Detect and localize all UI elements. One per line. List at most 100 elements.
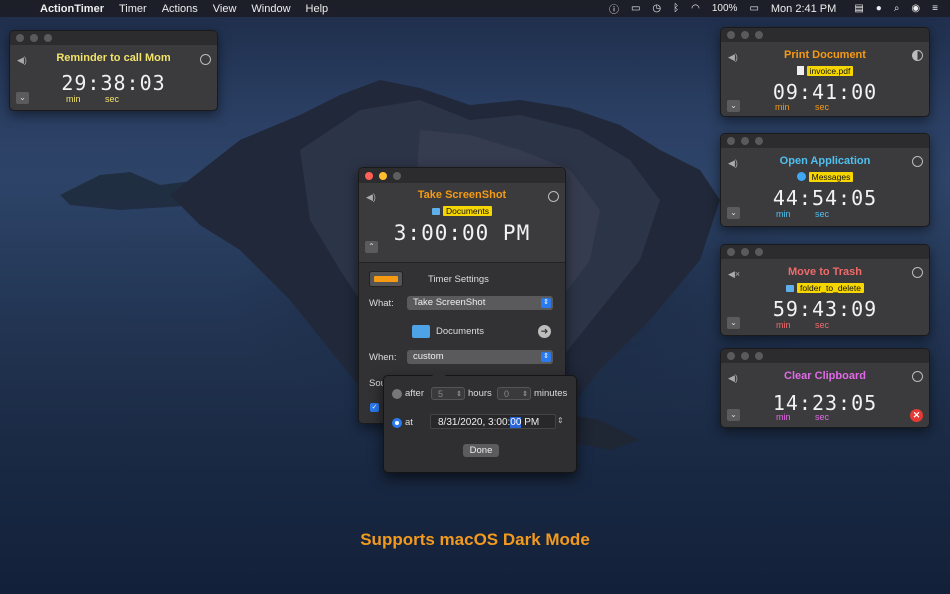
popup-arrows-icon: ⇕ xyxy=(541,298,551,308)
timer-countdown: 44:54:05 xyxy=(772,186,878,210)
after-label: after xyxy=(405,388,425,399)
close-button[interactable] xyxy=(365,171,373,180)
timer-panel-open-app[interactable]: ◀) Open Application Messages 44:54:05 mi… xyxy=(720,133,930,227)
titlebar xyxy=(721,245,929,259)
hours-value: 5 xyxy=(438,389,444,399)
timer-countdown: 09:41:00 xyxy=(772,80,878,104)
menu-app-name[interactable]: ActionTimer xyxy=(40,3,104,15)
minimize-button[interactable] xyxy=(741,31,749,39)
close-button[interactable] xyxy=(727,137,735,145)
target-label: Messages xyxy=(808,172,854,182)
unit-sec: sec xyxy=(815,102,830,112)
messages-app-icon xyxy=(796,172,806,181)
document-icon xyxy=(796,66,804,75)
minutes-label: minutes xyxy=(534,388,568,399)
zoom-button[interactable] xyxy=(755,248,763,256)
close-button[interactable] xyxy=(727,248,735,256)
stepper-arrows-icon: ⇕ xyxy=(522,391,528,398)
timer-panel-trash[interactable]: ◀× Move to Trash folder_to_delete 59:43:… xyxy=(720,244,930,336)
option-checkbox[interactable]: ✓ xyxy=(370,403,379,412)
done-button[interactable]: Done xyxy=(463,444,499,457)
menu-timer[interactable]: Timer xyxy=(119,3,147,15)
timer-countdown: 29:38:03 xyxy=(61,71,166,95)
minutes-stepper[interactable]: 0 ⇕ xyxy=(497,387,531,400)
after-radio[interactable] xyxy=(392,389,402,399)
at-label: at xyxy=(405,417,413,428)
wifi-icon[interactable]: ◠ xyxy=(691,3,700,14)
notification-center-icon[interactable]: ≡ xyxy=(932,3,938,14)
timer-panel-reminder[interactable]: ◀) Reminder to call Mom 29:38:03 min sec… xyxy=(9,30,218,111)
zoom-button[interactable] xyxy=(44,34,52,42)
what-label: What: xyxy=(369,298,394,309)
timer-title: Clear Clipboard xyxy=(784,370,866,382)
expand-chevron-icon[interactable]: ⌄ xyxy=(727,100,740,112)
unit-min: min xyxy=(775,102,790,112)
hours-stepper[interactable]: 5 ⇕ xyxy=(431,387,465,400)
airplay-icon[interactable]: ▭ xyxy=(631,3,640,14)
expand-chevron-icon[interactable]: ⌄ xyxy=(16,92,29,104)
menu-window[interactable]: Window xyxy=(251,3,290,15)
unit-min: min xyxy=(66,94,81,104)
close-button[interactable] xyxy=(16,34,24,42)
choose-folder-arrow-icon[interactable]: ➜ xyxy=(538,325,551,338)
date-time-picker[interactable]: 8/31/2020, 3:00:00 PM xyxy=(430,414,556,429)
user-icon[interactable]: ● xyxy=(876,3,882,14)
action-popup-value: Take ScreenShot xyxy=(413,297,486,308)
timer-title: Take ScreenShot xyxy=(417,189,507,201)
unit-min: min xyxy=(776,320,791,330)
color-well[interactable] xyxy=(369,271,403,287)
timer-panel-clipboard[interactable]: ◀) Clear Clipboard 14:23:05 min sec ⌄ ✕ xyxy=(720,348,930,428)
minimize-button[interactable] xyxy=(741,248,749,256)
when-popup[interactable]: custom ⇕ xyxy=(407,350,553,364)
bluetooth-icon[interactable]: ᛒ xyxy=(673,3,679,14)
spotlight-search-icon[interactable]: ⌕ xyxy=(894,3,900,14)
stepper-arrows-icon: ⇕ xyxy=(456,391,462,398)
expand-chevron-icon[interactable]: ⌄ xyxy=(727,207,740,219)
target-folder-name: Documents xyxy=(436,326,485,337)
zoom-button[interactable] xyxy=(393,171,401,180)
flag-icon[interactable]: ▤ xyxy=(854,3,863,14)
minimize-button[interactable] xyxy=(741,137,749,145)
action-target: invoice.pdf xyxy=(721,66,929,76)
actiontimer-status-icon[interactable]: ⓘ xyxy=(609,1,619,16)
date-time-suffix: PM xyxy=(521,417,540,428)
hours-label: hours xyxy=(468,388,492,399)
time-machine-icon[interactable]: ◷ xyxy=(652,3,661,14)
action-target: Messages xyxy=(721,172,929,182)
custom-time-popover: after 5 ⇕ hours 0 ⇕ minutes at 8/31/2020, … xyxy=(383,369,577,473)
zoom-button[interactable] xyxy=(755,31,763,39)
timer-panel-print[interactable]: ◀) Print Document invoice.pdf 09:41:00 m… xyxy=(720,27,930,117)
timer-title: Reminder to call Mom xyxy=(56,52,171,64)
folder-icon xyxy=(786,285,795,292)
at-radio[interactable] xyxy=(392,418,402,428)
timer-countdown: 59:43:09 xyxy=(772,297,878,321)
target-label: folder_to_delete xyxy=(797,283,864,293)
battery-status[interactable]: 100% xyxy=(712,3,738,14)
close-button[interactable] xyxy=(727,31,735,39)
siri-icon[interactable]: ◉ xyxy=(911,3,920,14)
close-button[interactable] xyxy=(727,352,735,360)
action-popup[interactable]: Take ScreenShot ⇕ xyxy=(407,296,553,310)
unit-sec: sec xyxy=(815,320,830,330)
minimize-button[interactable] xyxy=(741,352,749,360)
zoom-button[interactable] xyxy=(755,137,763,145)
menu-view[interactable]: View xyxy=(213,3,237,15)
menu-help[interactable]: Help xyxy=(306,3,329,15)
unit-sec: sec xyxy=(815,412,830,422)
battery-icon[interactable]: ▭ xyxy=(749,3,758,14)
unit-sec: sec xyxy=(105,94,120,104)
minimize-button[interactable] xyxy=(30,34,38,42)
menu-clock[interactable]: Mon 2:41 PM xyxy=(771,3,836,15)
zoom-button[interactable] xyxy=(755,352,763,360)
menu-actions[interactable]: Actions xyxy=(162,3,198,15)
collapse-chevron-icon[interactable]: ⌃ xyxy=(365,241,378,253)
delete-timer-icon[interactable]: ✕ xyxy=(910,409,923,422)
timer-title: Print Document xyxy=(784,49,866,61)
seconds-field-selected[interactable]: 00 xyxy=(510,417,522,428)
timer-title: Move to Trash xyxy=(788,266,862,278)
expand-chevron-icon[interactable]: ⌄ xyxy=(727,317,740,329)
expand-chevron-icon[interactable]: ⌄ xyxy=(727,409,740,421)
minimize-button[interactable] xyxy=(379,171,387,180)
unit-sec: sec xyxy=(815,209,830,219)
date-stepper-arrows-icon[interactable]: ⇕ xyxy=(557,416,564,425)
